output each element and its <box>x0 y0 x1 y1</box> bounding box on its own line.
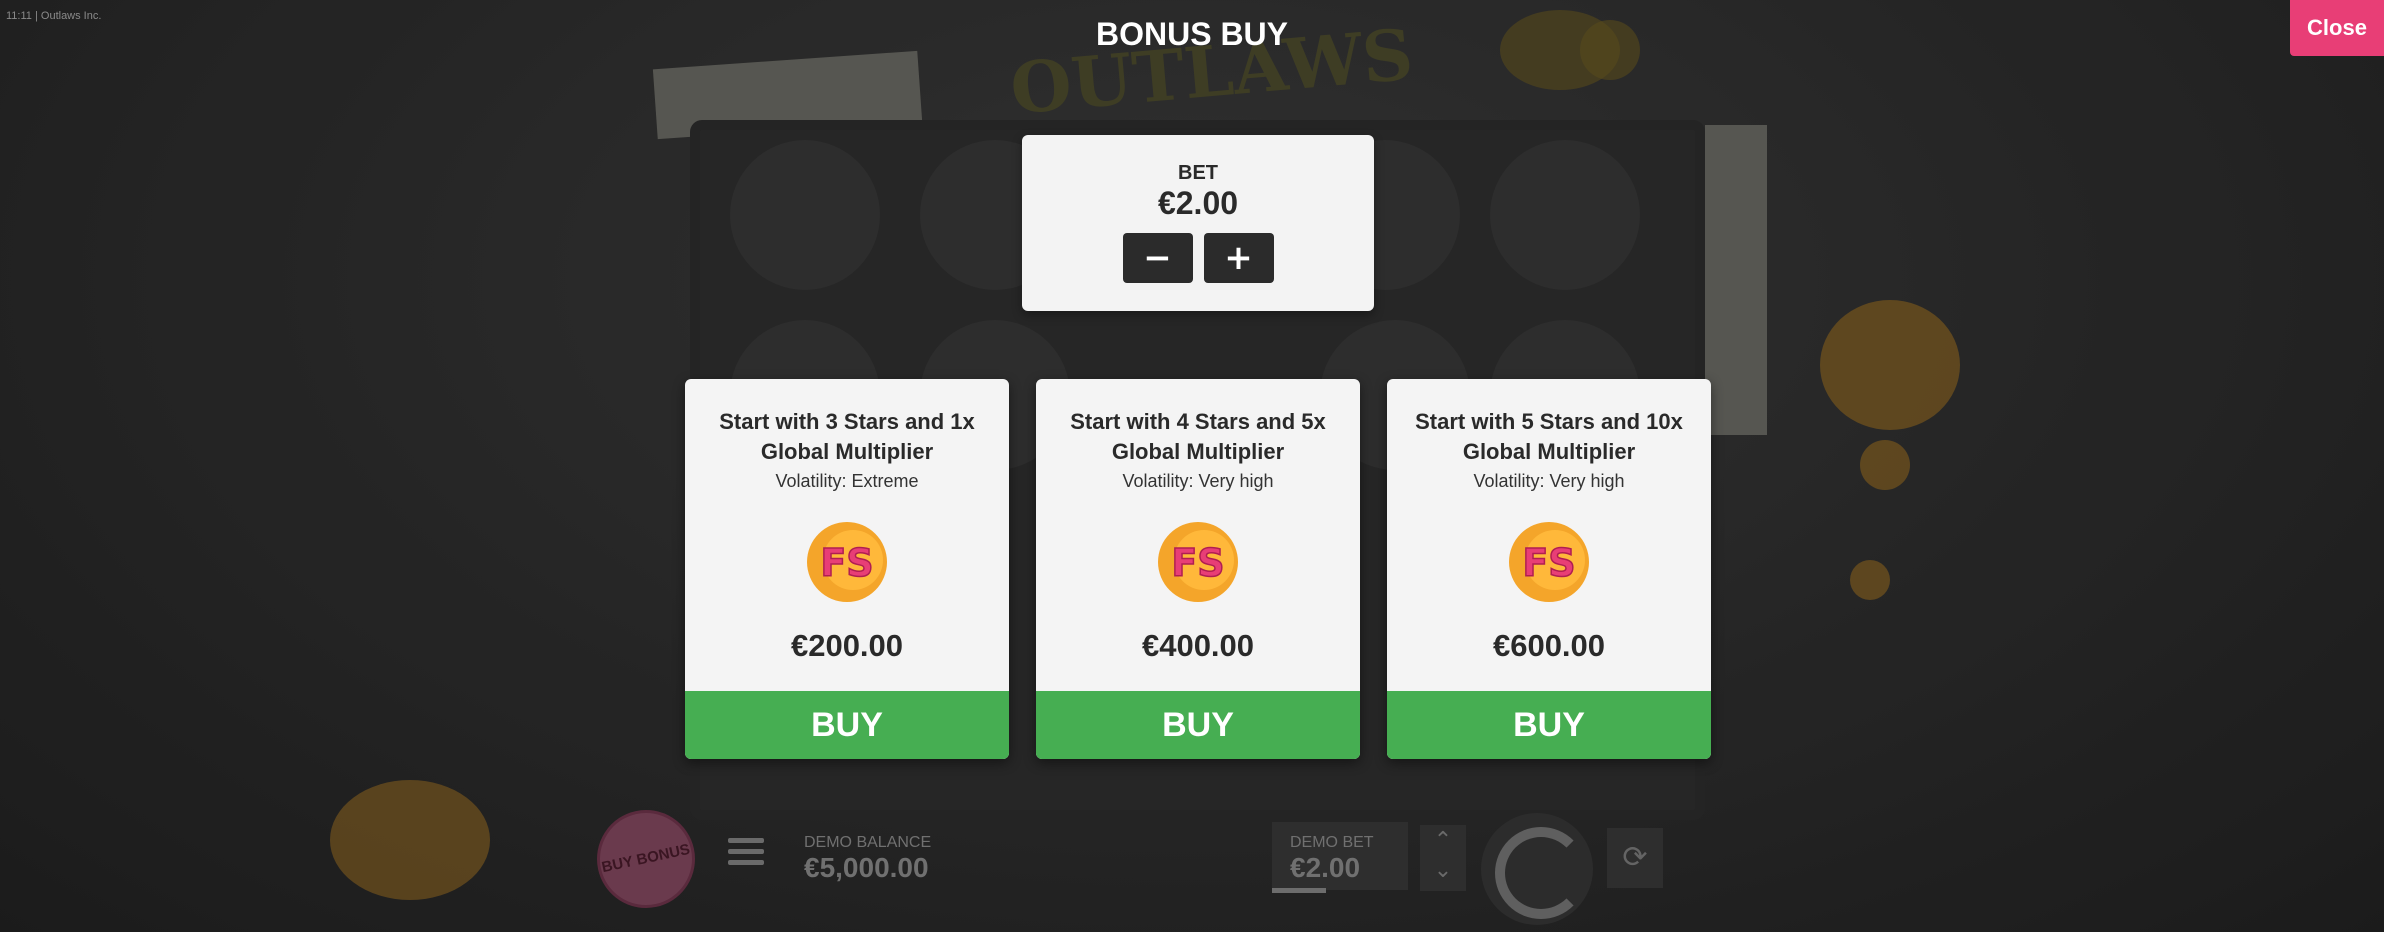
offer-volatility: Volatility: Very high <box>1473 471 1625 491</box>
chevron-up-icon[interactable]: ⌃ <box>1420 825 1466 855</box>
autoplay-icon[interactable]: ⟳ <box>1607 828 1663 888</box>
buy-button[interactable]: BUY <box>1036 691 1360 759</box>
bet-panel: BET €2.00 − + <box>1022 135 1374 311</box>
spin-icon <box>1495 827 1587 919</box>
modal-title: BONUS BUY <box>1095 16 1288 52</box>
bonus-offer-card: Start with 3 Stars and 1x Global Multipl… <box>685 379 1009 759</box>
close-button[interactable]: Close <box>2290 0 2384 56</box>
demo-bet-label: DEMO BET <box>1290 834 1374 851</box>
spin-button[interactable] <box>1481 813 1593 925</box>
offer-price: €600.00 <box>1492 628 1606 663</box>
decrease-bet-button[interactable]: − <box>1122 233 1193 283</box>
balance-label: DEMO BALANCE <box>804 834 932 851</box>
increase-bet-button[interactable]: + <box>1203 233 1274 283</box>
buy-button[interactable]: BUY <box>1387 691 1711 759</box>
bet-arrows[interactable]: ⌃ ⌄ <box>1420 825 1466 891</box>
free-spins-icon-text: FS <box>820 541 873 585</box>
free-spins-icon: FS <box>1503 516 1595 608</box>
free-spins-icon: FS <box>801 516 893 608</box>
balance-value: €5,000.00 <box>804 852 929 883</box>
offer-title: Start with 5 Stars and 10x Global Multip… <box>1415 409 1683 464</box>
buy-button[interactable]: BUY <box>685 691 1009 759</box>
free-spins-icon-text: FS <box>1522 541 1575 585</box>
bet-label: BET <box>1178 162 1218 184</box>
bet-value: €2.00 <box>1157 185 1239 221</box>
offer-price: €200.00 <box>790 628 904 663</box>
free-spins-icon: FS <box>1152 516 1244 608</box>
bet-indicator <box>1272 888 1326 893</box>
offer-price: €400.00 <box>1141 628 1255 663</box>
offer-volatility: Volatility: Extreme <box>775 471 919 491</box>
menu-icon[interactable] <box>728 838 764 871</box>
demo-bet-value: €2.00 <box>1290 852 1361 883</box>
offer-title: Start with 3 Stars and 1x Global Multipl… <box>719 409 975 464</box>
offer-title: Start with 4 Stars and 5x Global Multipl… <box>1070 409 1326 464</box>
bet-controls: − + <box>1022 233 1374 283</box>
bonus-offer-card: Start with 5 Stars and 10x Global Multip… <box>1387 379 1711 759</box>
chevron-down-icon[interactable]: ⌄ <box>1420 855 1466 885</box>
offer-volatility: Volatility: Very high <box>1122 471 1274 491</box>
free-spins-icon-text: FS <box>1171 541 1224 585</box>
bonus-offer-card: Start with 4 Stars and 5x Global Multipl… <box>1036 379 1360 759</box>
